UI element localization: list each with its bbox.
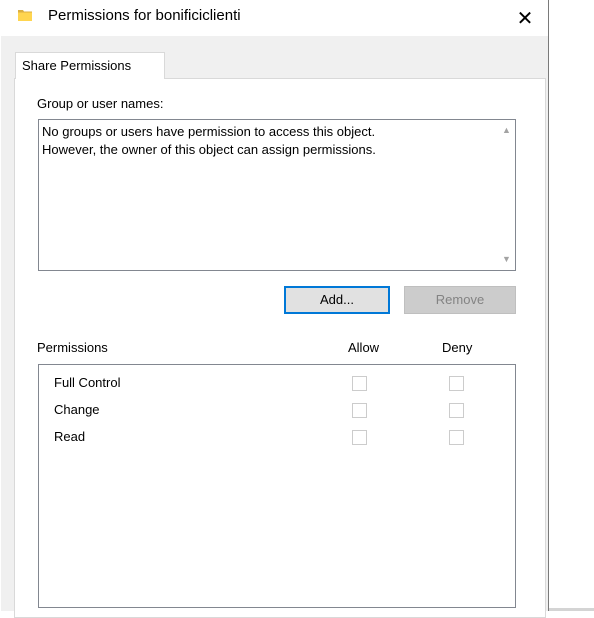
permission-row-full-control: Full Control [39,372,515,396]
change-deny-checkbox[interactable] [449,403,464,418]
full-control-deny-checkbox[interactable] [449,376,464,391]
group-names-label: Group or user names: [37,96,164,111]
scroll-down-icon[interactable]: ▼ [498,251,515,268]
window-title: Permissions for bonificiclienti [48,7,241,24]
folder-icon [17,7,33,23]
title-bar[interactable]: Permissions for bonificiclienti ✕ [0,0,548,36]
empty-list-message: No groups or users have permission to ac… [42,123,482,159]
empty-list-message-line2: However, the owner of this object can as… [42,142,376,157]
dialog-body: Share Permissions Group or user names: N… [1,36,548,618]
full-control-allow-checkbox[interactable] [352,376,367,391]
background-window [549,0,594,611]
permissions-list: Full Control Change Read [38,364,516,608]
permission-name: Change [54,402,100,417]
change-allow-checkbox[interactable] [352,403,367,418]
permissions-dialog: Permissions for bonificiclienti ✕ Share … [0,0,549,618]
permissions-label: Permissions [37,340,108,355]
tab-panel: Group or user names: No groups or users … [14,78,546,618]
permission-name: Read [54,429,86,444]
remove-button[interactable]: Remove [404,286,516,314]
close-button[interactable]: ✕ [502,0,548,36]
permission-name: Full Control [54,375,121,390]
read-deny-checkbox[interactable] [449,430,464,445]
permission-row-change: Change [39,399,515,423]
permission-row-read: Read [39,426,515,450]
add-button[interactable]: Add... [284,286,390,314]
group-user-list[interactable]: No groups or users have permission to ac… [38,119,516,271]
vertical-scrollbar[interactable]: ▲ ▼ [498,120,515,270]
close-icon: ✕ [516,7,534,30]
empty-list-message-line1: No groups or users have permission to ac… [42,124,376,139]
read-allow-checkbox[interactable] [352,430,367,445]
tab-share-permissions[interactable]: Share Permissions [15,52,165,79]
deny-column-header: Deny [442,340,473,355]
allow-column-header: Allow [348,340,380,355]
scroll-up-icon[interactable]: ▲ [498,122,515,139]
